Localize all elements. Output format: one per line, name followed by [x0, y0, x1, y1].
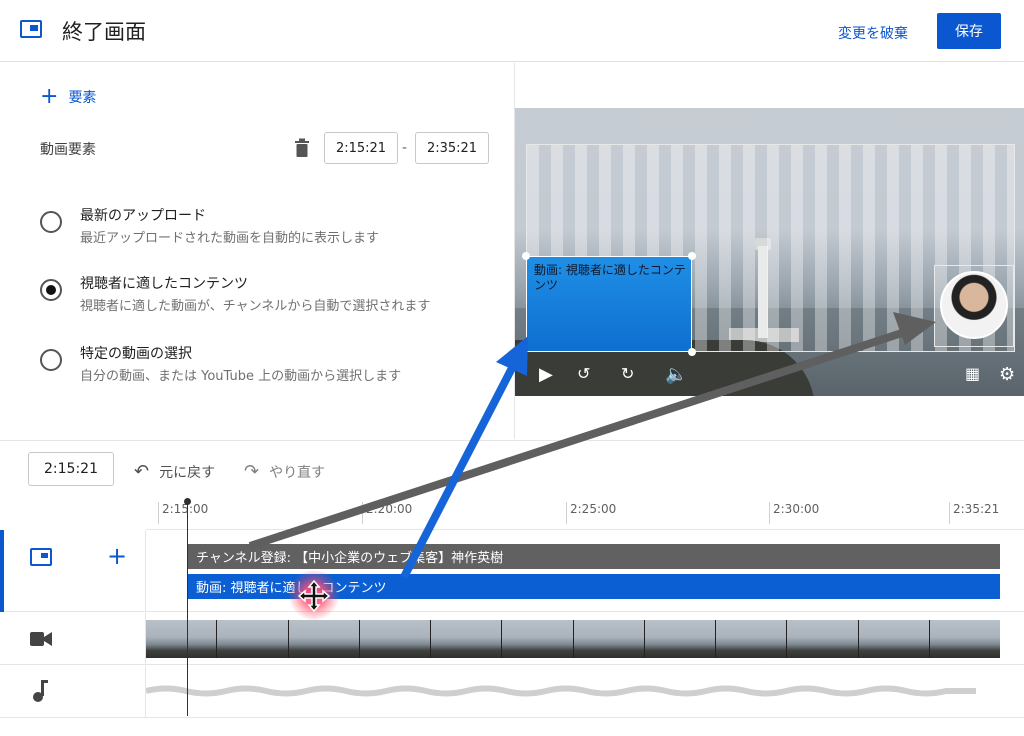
video-camera-icon	[30, 632, 52, 646]
add-element-button[interactable]: + 要素	[40, 84, 97, 109]
settings-gear-icon[interactable]: ⚙	[999, 364, 1015, 385]
end-screen-element-icon	[30, 548, 52, 566]
tick-line	[566, 502, 567, 524]
timeline-ruler[interactable]: 2:15:00 2:20:00 2:25:00 2:30:00 2:35:21	[146, 496, 1024, 530]
redo-icon: ↷	[244, 461, 260, 482]
page-title: 終了画面	[62, 20, 146, 44]
resize-handle[interactable]	[522, 252, 530, 260]
subscribe-clip[interactable]: チャンネル登録: 【中小企業のウェブ集客】神作英樹	[188, 544, 1000, 569]
timeline-tracks: + チャンネル登録: 【中小企業のウェブ集客】神作英樹 動画: 視聴者に適したコ…	[0, 530, 1024, 736]
tick-line	[769, 502, 770, 524]
redo-button[interactable]: ↷ やり直す	[244, 461, 325, 482]
video-track	[0, 613, 1024, 665]
video-preview: 動画: 視聴者に適したコンテンツ ▶ ↺ ↻ 🔈 ▦ ⚙	[515, 108, 1024, 396]
time-separator: -	[402, 140, 408, 156]
playhead[interactable]	[184, 498, 191, 716]
plus-icon: +	[40, 84, 59, 109]
trash-icon[interactable]	[294, 138, 310, 158]
element-editor-panel: + 要素 動画要素 2:15:21 - 2:35:21 最新のアップロード 最近…	[0, 63, 515, 439]
tick-label: 2:25:00	[570, 502, 617, 516]
radio-latest-upload[interactable]	[40, 211, 62, 233]
current-time-input[interactable]: 2:15:21	[28, 452, 114, 486]
undo-icon: ↶	[134, 461, 150, 482]
forward-10-icon[interactable]: ↻	[621, 364, 634, 383]
volume-icon[interactable]: 🔈	[665, 364, 687, 385]
timeline-toolbar: 2:15:21 ↶ 元に戻す ↷ やり直す	[0, 440, 1024, 496]
preview-subscribe-element[interactable]	[934, 265, 1014, 347]
music-note-icon	[33, 680, 48, 702]
end-time-input[interactable]: 2:35:21	[415, 132, 489, 164]
video-element-text: 動画: 視聴者に適したコンテンツ	[534, 263, 686, 292]
redo-label: やり直す	[269, 464, 326, 481]
video-filmstrip[interactable]	[146, 620, 1000, 658]
elements-track-header: +	[0, 530, 146, 612]
option-title: 視聴者に適したコンテンツ	[80, 276, 248, 292]
add-element-plus-icon[interactable]: +	[107, 542, 127, 570]
tick-label: 2:35:21	[953, 502, 1000, 516]
element-type-label: 動画要素	[40, 142, 96, 158]
header: 終了画面 変更を破棄 保存	[0, 0, 1024, 62]
grid-icon[interactable]: ▦	[965, 364, 980, 383]
rewind-10-icon[interactable]: ↺	[577, 364, 590, 383]
elements-track: + チャンネル登録: 【中小企業のウェブ集客】神作英樹 動画: 視聴者に適したコ…	[0, 530, 1024, 612]
add-element-label: 要素	[68, 90, 97, 106]
option-title: 特定の動画の選択	[80, 346, 192, 362]
radio-specific-video[interactable]	[40, 349, 62, 371]
video-track-header	[0, 613, 146, 665]
tick-label: 2:30:00	[773, 502, 820, 516]
selected-track-indicator	[0, 530, 4, 612]
undo-button[interactable]: ↶ 元に戻す	[134, 461, 215, 482]
channel-avatar	[940, 271, 1008, 339]
player-controls: ▶ ↺ ↻ 🔈 ▦ ⚙	[515, 360, 1024, 396]
end-screen-editor: 終了画面 変更を破棄 保存 + 要素 動画要素 2:15:21 - 2:35:2…	[0, 0, 1024, 736]
option-description: 最近アップロードされた動画を自動的に表示します	[80, 231, 380, 246]
option-description: 自分の動画、または YouTube 上の動画から選択します	[80, 369, 402, 384]
start-time-input[interactable]: 2:15:21	[324, 132, 398, 164]
audio-waveform	[146, 685, 976, 697]
resize-handle[interactable]	[688, 348, 696, 356]
play-icon[interactable]: ▶	[539, 364, 553, 385]
tick-line	[949, 502, 950, 524]
undo-label: 元に戻す	[159, 464, 216, 481]
preview-video-element[interactable]: 動画: 視聴者に適したコンテンツ	[526, 256, 692, 352]
option-title: 最新のアップロード	[80, 208, 206, 224]
move-cursor-icon	[298, 580, 330, 612]
tick-line	[158, 502, 159, 524]
save-button[interactable]: 保存	[937, 13, 1001, 49]
resize-handle[interactable]	[688, 252, 696, 260]
discard-changes-button[interactable]: 変更を破棄	[838, 23, 908, 43]
tick-line	[362, 502, 363, 524]
radio-best-for-viewer[interactable]	[40, 279, 62, 301]
end-screen-icon	[20, 20, 42, 38]
audio-track	[0, 666, 1024, 718]
audio-track-header	[0, 666, 146, 718]
tick-label: 2:20:00	[366, 502, 413, 516]
option-description: 視聴者に適した動画が、チャンネルから自動で選択されます	[80, 299, 431, 314]
